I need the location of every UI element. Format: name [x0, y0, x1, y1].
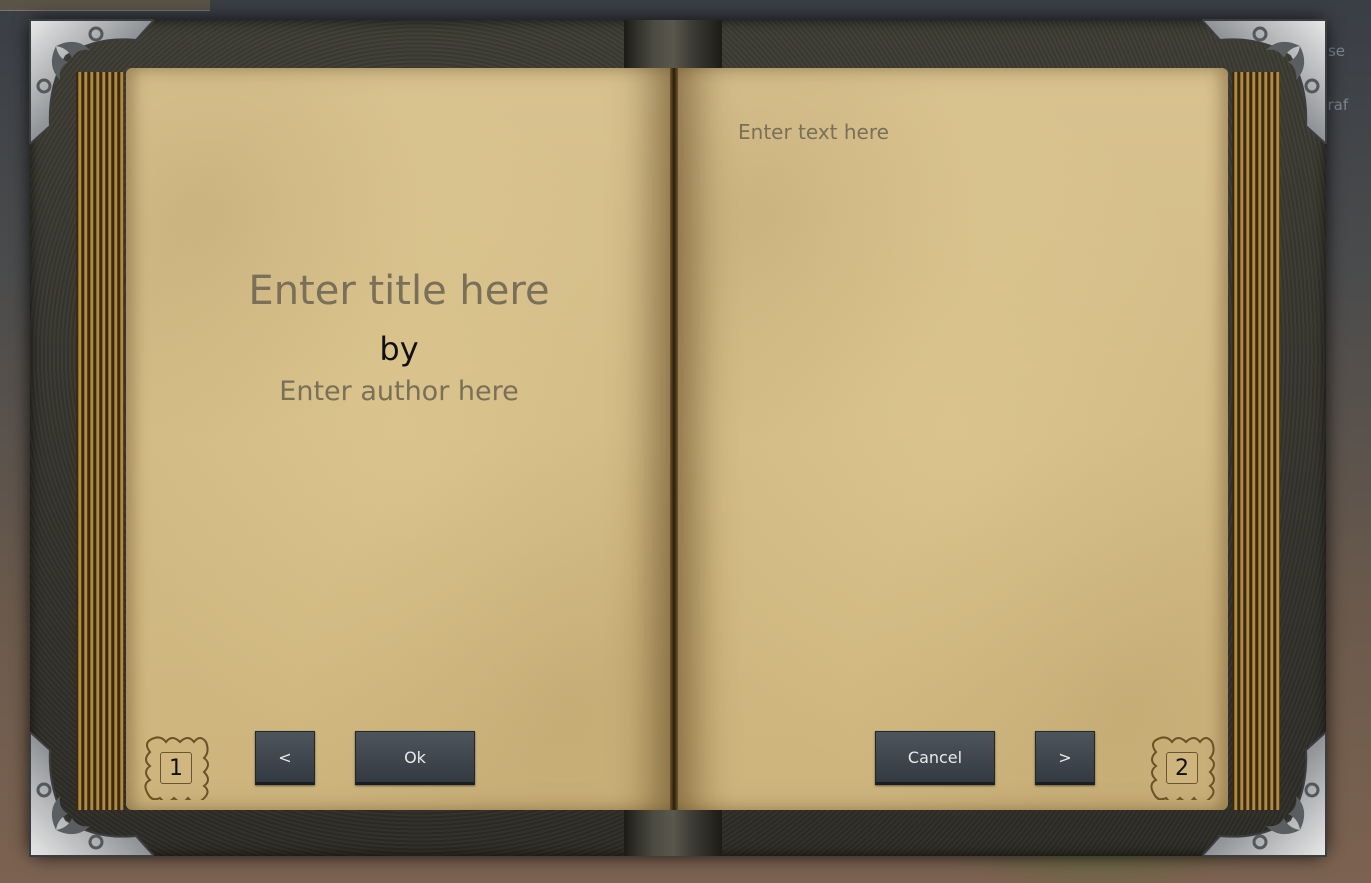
page-number-left: 1: [160, 752, 192, 784]
ok-button[interactable]: Ok: [355, 731, 475, 785]
corner-ornament-icon: [29, 19, 154, 144]
corner-ornament-icon: [29, 732, 154, 857]
previous-page-button[interactable]: <: [255, 731, 315, 785]
page-number-frame-left: 1: [144, 734, 210, 800]
next-page-button[interactable]: >: [1035, 731, 1095, 785]
by-label: by: [379, 330, 419, 368]
page-number-right: 2: [1166, 752, 1198, 784]
book-spine-top: [624, 20, 722, 70]
book-editor: Enter title here by Enter author here En…: [29, 19, 1327, 857]
corner-ornament-icon: [1202, 732, 1327, 857]
title-input[interactable]: Enter title here: [126, 268, 672, 314]
book-gutter: [670, 68, 678, 810]
page-number-frame-right: 2: [1150, 734, 1216, 800]
page-text-input[interactable]: Enter text here: [738, 120, 889, 144]
left-page: [126, 68, 672, 810]
author-input[interactable]: Enter author here: [126, 376, 672, 407]
background-hud-bar: [0, 0, 210, 11]
cancel-button[interactable]: Cancel: [875, 731, 995, 785]
corner-ornament-icon: [1202, 19, 1327, 144]
book-spine-bottom: [624, 810, 722, 856]
page-edges-left: [76, 72, 124, 810]
page-edges-right: [1232, 72, 1280, 810]
right-page: [676, 68, 1228, 810]
